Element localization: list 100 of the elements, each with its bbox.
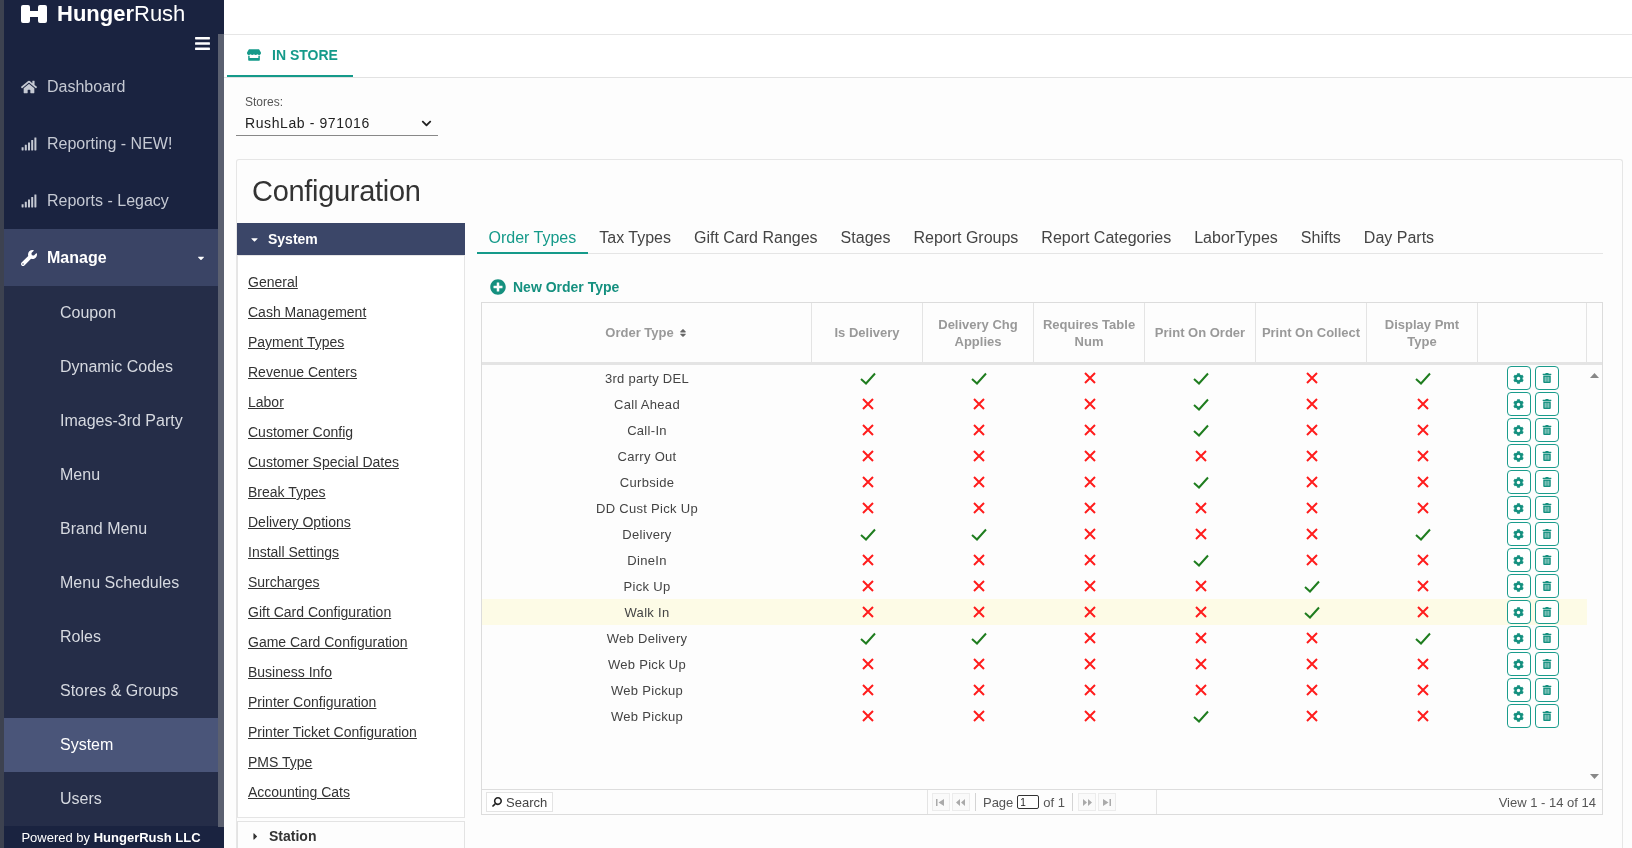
trash-icon bbox=[1541, 477, 1552, 487]
sidebar-subitem[interactable]: Users bbox=[4, 772, 218, 826]
settings-button[interactable] bbox=[1506, 678, 1531, 702]
settings-link[interactable]: Game Card Configuration bbox=[248, 627, 408, 657]
next-page-button[interactable] bbox=[1078, 793, 1097, 811]
delete-button[interactable] bbox=[1534, 418, 1559, 442]
settings-button[interactable] bbox=[1506, 522, 1531, 546]
settings-button[interactable] bbox=[1506, 470, 1531, 494]
tab[interactable]: Order Types bbox=[477, 223, 588, 254]
gear-icon bbox=[1513, 632, 1524, 644]
tab[interactable]: Stages bbox=[829, 223, 902, 254]
delete-button[interactable] bbox=[1534, 496, 1559, 520]
settings-link[interactable]: Delivery Options bbox=[248, 507, 351, 537]
field-label: Stores: bbox=[244, 95, 283, 109]
delete-button[interactable] bbox=[1534, 574, 1559, 598]
settings-button[interactable] bbox=[1506, 392, 1531, 416]
trash-icon bbox=[1541, 659, 1552, 669]
tab[interactable]: Shifts bbox=[1289, 223, 1353, 254]
settings-button[interactable] bbox=[1506, 496, 1531, 520]
sidebar-subitem[interactable]: Dynamic Codes bbox=[4, 340, 218, 394]
record-count: View 1 - 14 of 14 bbox=[1498, 794, 1597, 810]
settings-button[interactable] bbox=[1506, 626, 1531, 650]
home-icon bbox=[21, 78, 37, 95]
settings-link[interactable]: Accounting Cats bbox=[248, 777, 350, 807]
delete-button[interactable] bbox=[1534, 366, 1559, 390]
section-header[interactable]: System bbox=[237, 223, 465, 255]
settings-button[interactable] bbox=[1506, 574, 1531, 598]
menu-icon[interactable] bbox=[194, 34, 211, 52]
settings-button[interactable] bbox=[1506, 366, 1531, 390]
page-input[interactable]: 1 bbox=[1017, 795, 1040, 809]
settings-link[interactable]: Labor bbox=[248, 387, 284, 417]
tab[interactable]: Report Categories bbox=[1029, 223, 1183, 254]
settings-link[interactable]: Revenue Centers bbox=[248, 357, 357, 387]
table-cell: Walk In bbox=[624, 604, 670, 620]
delete-button[interactable] bbox=[1534, 548, 1559, 572]
trash-icon bbox=[1541, 503, 1552, 513]
settings-link[interactable]: Install Settings bbox=[248, 537, 340, 567]
first-page-button[interactable] bbox=[931, 793, 950, 811]
settings-button[interactable] bbox=[1506, 548, 1531, 572]
store-select[interactable]: RushLab - 971016 bbox=[236, 109, 438, 136]
delete-button[interactable] bbox=[1534, 652, 1559, 676]
sidebar-subitem[interactable]: Roles bbox=[4, 610, 218, 664]
delete-button[interactable] bbox=[1534, 444, 1559, 468]
search-icon bbox=[492, 797, 502, 807]
settings-button[interactable] bbox=[1506, 444, 1531, 468]
add-button[interactable]: New Order Type bbox=[490, 276, 620, 298]
settings-link[interactable]: General bbox=[248, 267, 298, 297]
sidebar-subitem[interactable]: Coupon bbox=[4, 286, 218, 340]
sidebar-subitem[interactable]: Menu Schedules bbox=[4, 556, 218, 610]
settings-link[interactable]: Surcharges bbox=[248, 567, 320, 597]
settings-link[interactable]: PMS Type bbox=[248, 747, 313, 777]
scroll-up-icon[interactable] bbox=[1590, 373, 1599, 378]
first-page-icon bbox=[936, 798, 946, 806]
sidebar-subitem[interactable]: Images-3rd Party bbox=[4, 394, 218, 448]
trash-icon bbox=[1541, 581, 1552, 591]
tab[interactable]: Gift Card Ranges bbox=[682, 223, 830, 254]
table-cell: Curbside bbox=[619, 474, 675, 490]
settings-link[interactable]: Business Info bbox=[248, 657, 333, 687]
settings-link[interactable]: Cash Management bbox=[248, 297, 367, 327]
trash-icon bbox=[1541, 451, 1552, 461]
tab[interactable]: Report Groups bbox=[901, 223, 1030, 254]
delete-button[interactable] bbox=[1534, 678, 1559, 702]
settings-link[interactable]: Break Types bbox=[248, 477, 326, 507]
delete-button[interactable] bbox=[1534, 600, 1559, 624]
sidebar-subitem[interactable]: Brand Menu bbox=[4, 502, 218, 556]
settings-link[interactable]: Customer Special Dates bbox=[248, 447, 399, 477]
last-page-button[interactable] bbox=[1098, 793, 1117, 811]
scrollbar-thumb[interactable] bbox=[218, 34, 224, 827]
delete-button[interactable] bbox=[1534, 470, 1559, 494]
settings-button[interactable] bbox=[1506, 600, 1531, 624]
table-cell: Delivery bbox=[622, 526, 672, 542]
tab[interactable]: Day Parts bbox=[1352, 223, 1446, 254]
logo-text: HungerRush bbox=[57, 2, 186, 26]
settings-button[interactable] bbox=[1506, 704, 1531, 728]
gear-icon bbox=[1513, 528, 1524, 540]
trash-icon bbox=[1541, 425, 1552, 435]
sidebar-subitem[interactable]: Stores & Groups bbox=[4, 664, 218, 718]
search-button[interactable]: Search bbox=[486, 792, 554, 812]
settings-link[interactable]: Printer Configuration bbox=[248, 687, 377, 717]
delete-button[interactable] bbox=[1534, 522, 1559, 546]
tab[interactable]: Tax Types bbox=[587, 223, 683, 254]
sidebar-subitem[interactable]: Menu bbox=[4, 448, 218, 502]
settings-link[interactable]: Gift Card Configuration bbox=[248, 597, 392, 627]
settings-button[interactable] bbox=[1506, 418, 1531, 442]
sidebar-subitem[interactable]: System bbox=[4, 718, 218, 772]
sidebar-item[interactable]: Manage bbox=[4, 229, 218, 286]
section-header[interactable]: Station bbox=[237, 821, 465, 848]
settings-link[interactable]: Payment Types bbox=[248, 327, 345, 357]
delete-button[interactable] bbox=[1534, 704, 1559, 728]
table-cell: Call-In bbox=[627, 422, 667, 438]
settings-link[interactable]: Customer Config bbox=[248, 417, 354, 447]
gear-icon bbox=[1513, 658, 1524, 670]
previous-page-button[interactable] bbox=[951, 793, 970, 811]
table-row[interactable]: Walk In bbox=[482, 599, 1587, 625]
scroll-down-icon[interactable] bbox=[1590, 774, 1599, 779]
settings-button[interactable] bbox=[1506, 652, 1531, 676]
delete-button[interactable] bbox=[1534, 392, 1559, 416]
delete-button[interactable] bbox=[1534, 626, 1559, 650]
settings-link[interactable]: Printer Ticket Configuration bbox=[248, 717, 417, 747]
tab[interactable]: LaborTypes bbox=[1182, 223, 1290, 254]
